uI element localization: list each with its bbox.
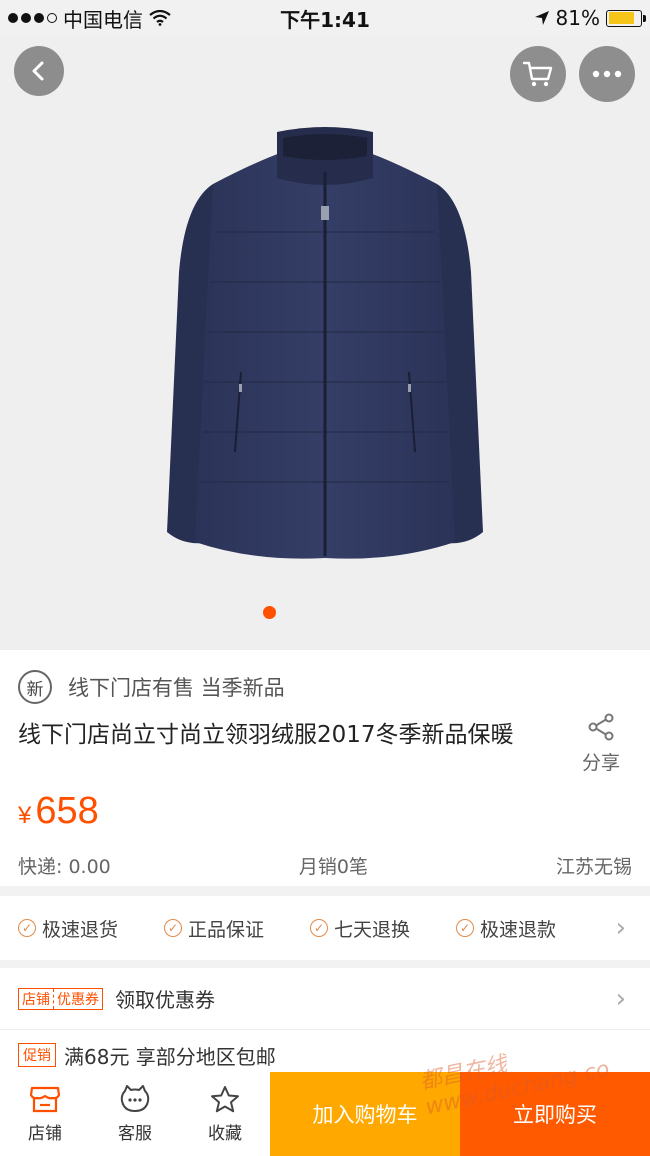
status-bar-left: 中国电信	[8, 4, 171, 33]
favorite-label: 收藏	[208, 1123, 242, 1144]
favorite-button[interactable]: 收藏	[180, 1072, 270, 1156]
check-circle-icon: ✓	[164, 919, 183, 937]
check-circle-icon: ✓	[18, 919, 36, 937]
share-icon	[588, 713, 614, 741]
store-icon	[29, 1086, 61, 1112]
bottom-action-bar: 店铺 客服 收藏 加入购物车 立即购买	[0, 1072, 650, 1156]
add-to-cart-button[interactable]: 加入购物车	[270, 1072, 460, 1156]
check-circle-icon: ✓	[310, 919, 329, 937]
buy-now-button[interactable]: 立即购买	[460, 1072, 650, 1156]
product-image-carousel[interactable]	[0, 36, 650, 650]
shipping-fee: 快递: 0.00	[18, 856, 111, 878]
service-item: ✓ 极速退货	[18, 915, 118, 942]
promo-text: 满68元 享部分地区包邮	[64, 1044, 276, 1069]
service-label: 极速退款	[480, 918, 557, 941]
chevron-right-icon: ›	[615, 913, 626, 943]
coupon-tag-coupon: 优惠券	[53, 988, 102, 1009]
service-item: ✓ 七天退换	[310, 915, 410, 942]
service-label: 正品保证	[188, 918, 265, 941]
cart-icon	[522, 61, 553, 87]
carrier-label: 中国电信	[63, 7, 143, 32]
service-label: 七天退换	[334, 918, 411, 941]
coupon-tag: 店铺 优惠券	[18, 987, 103, 1010]
product-info-panel: 新 线下门店有售 当季新品 线下门店尚立寸尚立领羽绒服2017冬季新品保暖 分享…	[0, 650, 650, 886]
coupon-row[interactable]: 店铺 优惠券 领取优惠券 ›	[0, 968, 650, 1030]
share-button[interactable]: 分享	[574, 712, 628, 775]
service-label: 极速退货	[42, 918, 119, 941]
wifi-icon	[149, 10, 171, 26]
ship-from-location: 江苏无锡	[555, 856, 632, 878]
battery-percent: 81%	[555, 6, 600, 30]
carousel-indicator	[263, 606, 276, 619]
price-value: 658	[35, 790, 99, 832]
store-button[interactable]: 店铺	[0, 1072, 90, 1156]
battery-icon	[606, 9, 646, 27]
service-item: ✓ 极速退款	[456, 915, 556, 942]
customer-service-icon	[120, 1084, 150, 1112]
new-arrival-row: 新 线下门店有售 当季新品	[18, 670, 285, 704]
status-bar: 中国电信 下午1:41 81%	[0, 0, 650, 36]
new-badge-icon: 新	[18, 670, 52, 704]
customer-service-button[interactable]: 客服	[90, 1072, 180, 1156]
product-title: 线下门店尚立寸尚立领羽绒服2017冬季新品保暖	[18, 722, 514, 748]
new-arrival-text: 线下门店有售 当季新品	[68, 676, 285, 700]
coupon-text: 领取优惠券	[115, 988, 215, 1012]
product-meta-row: 快递: 0.00 月销0笔 江苏无锡	[18, 852, 632, 879]
status-bar-right: 81%	[534, 6, 646, 30]
star-icon	[211, 1085, 239, 1112]
battery-fill	[608, 12, 634, 24]
back-button[interactable]	[14, 46, 64, 96]
service-item: ✓ 正品保证	[164, 915, 264, 942]
more-icon	[592, 70, 622, 78]
share-label: 分享	[581, 752, 620, 774]
service-guarantees-row[interactable]: ✓ 极速退货 ✓ 正品保证 ✓ 七天退换 ✓ 极速退款 ›	[0, 896, 650, 960]
price: ¥658	[18, 790, 99, 833]
more-button[interactable]	[579, 46, 635, 102]
coupon-tag-store: 店铺	[22, 991, 50, 1008]
customer-service-label: 客服	[118, 1123, 152, 1144]
chevron-right-icon: ›	[615, 983, 626, 1014]
product-photo-jacket	[167, 127, 483, 559]
location-arrow-icon	[534, 11, 549, 25]
promo-tag: 促销	[18, 1043, 56, 1067]
back-icon	[32, 61, 44, 81]
store-label: 店铺	[28, 1123, 62, 1144]
monthly-sales: 月销0笔	[298, 856, 368, 878]
signal-icon	[8, 13, 57, 23]
cart-button[interactable]	[510, 46, 566, 102]
price-currency: ¥	[18, 802, 32, 829]
check-circle-icon: ✓	[456, 919, 475, 937]
